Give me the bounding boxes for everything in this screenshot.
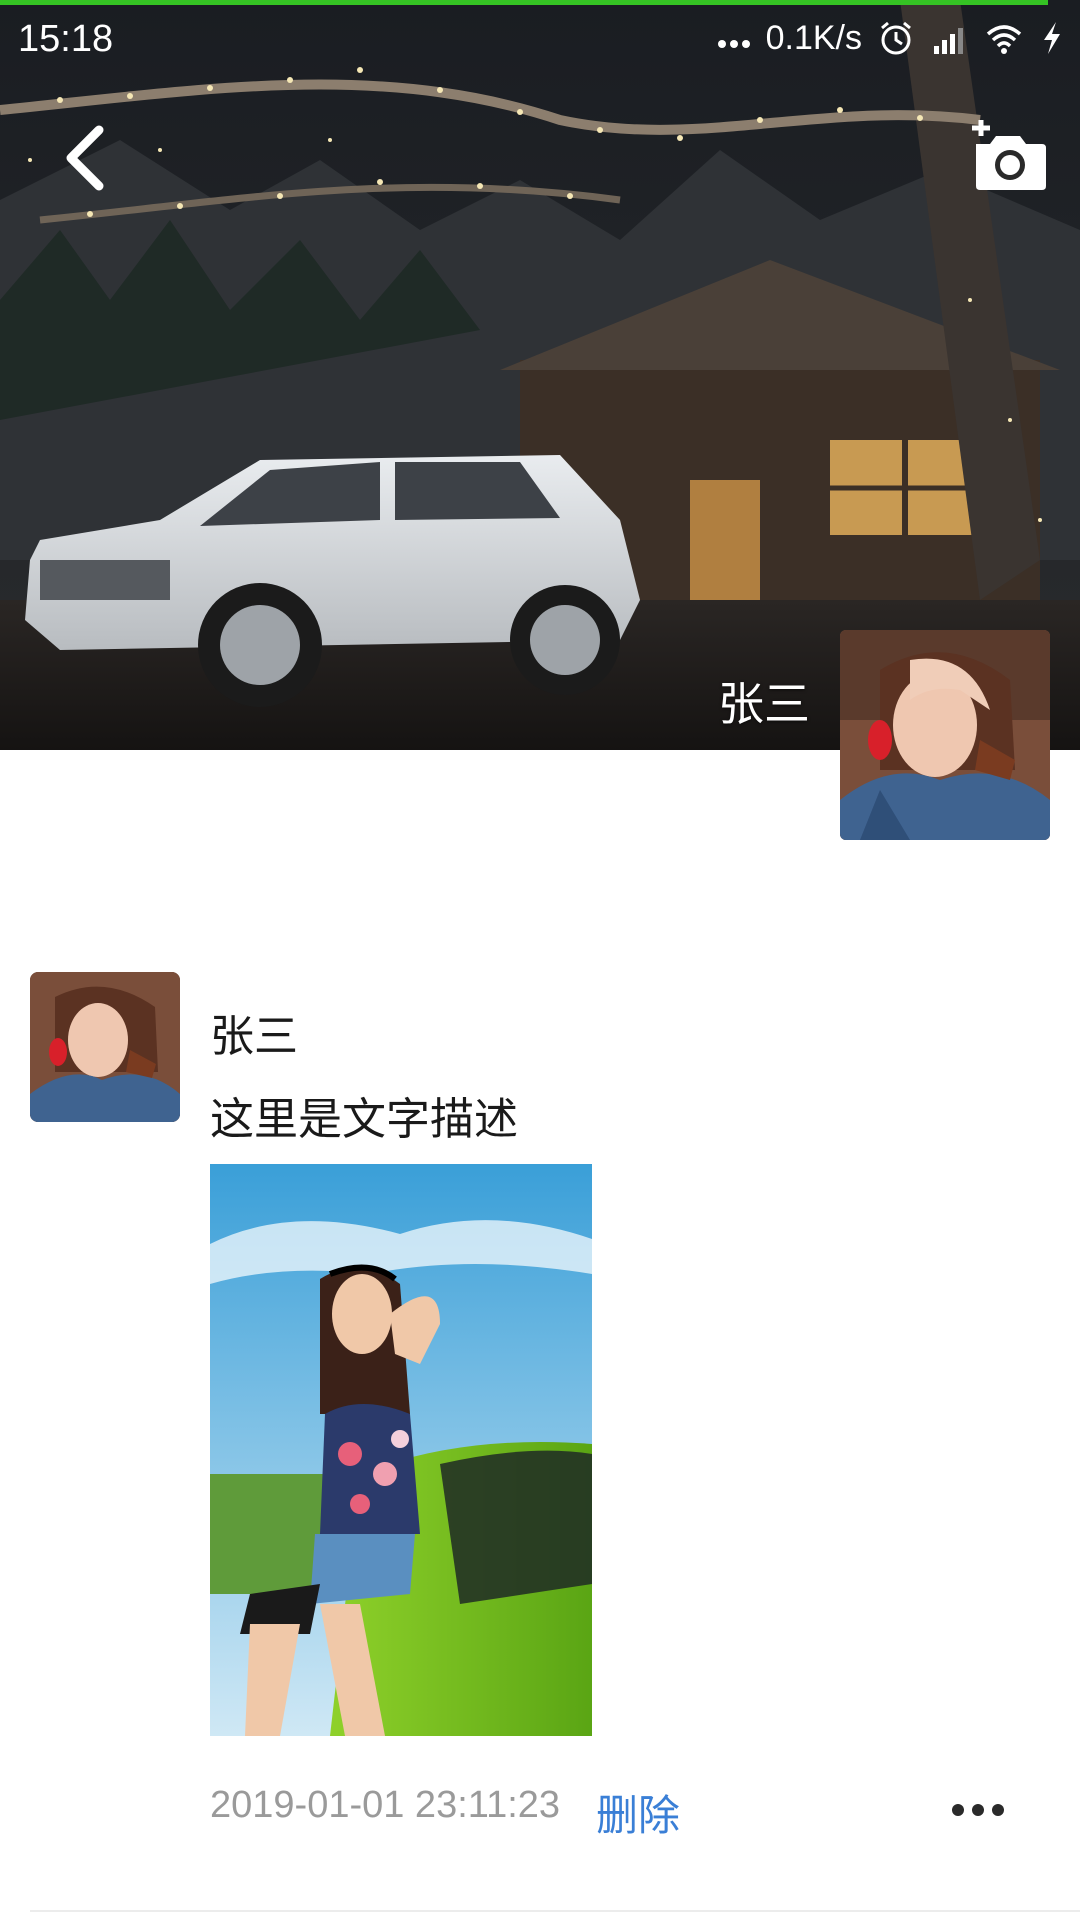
- post-author-name[interactable]: 张三: [210, 1000, 298, 1064]
- post-text: 这里是文字描述: [210, 1094, 518, 1145]
- wifi-icon: [986, 25, 1022, 54]
- post-more-button[interactable]: [948, 1790, 1008, 1830]
- network-speed: 0.1K/s: [765, 18, 862, 57]
- more-dots-icon: [952, 1804, 1004, 1816]
- profile-name: 张三: [718, 677, 810, 731]
- loading-progress-bar: [0, 0, 1048, 5]
- avatar: [30, 972, 180, 1122]
- status-bar: 15:18 0.1K/s: [0, 8, 1080, 68]
- chevron-left-icon: [66, 125, 104, 191]
- more-dots-icon: [717, 40, 750, 48]
- signal-icon: [934, 28, 963, 54]
- camera-add-button[interactable]: [968, 120, 1048, 192]
- back-button[interactable]: [55, 118, 115, 198]
- status-time: 15:18: [18, 18, 114, 60]
- status-icons: 0.1K/s: [716, 18, 1066, 58]
- profile-avatar[interactable]: [840, 630, 1050, 840]
- charging-icon: [1044, 22, 1060, 54]
- alarm-icon: [881, 21, 911, 55]
- camera-add-icon: [972, 120, 1046, 190]
- post-author-avatar[interactable]: [30, 972, 180, 1122]
- post-photo-image: [210, 1164, 592, 1736]
- post-timestamp: 2019-01-01 23:11:23: [210, 1784, 561, 1826]
- avatar: [840, 630, 1050, 840]
- moments-screen: 15:18 0.1K/s 张三 张三 这里是文字描述 2019-01-01 23…: [0, 0, 1080, 1920]
- delete-post-button[interactable]: 删除: [596, 1782, 680, 1843]
- post-divider: [30, 1910, 1080, 1912]
- post-photo[interactable]: [210, 1164, 592, 1736]
